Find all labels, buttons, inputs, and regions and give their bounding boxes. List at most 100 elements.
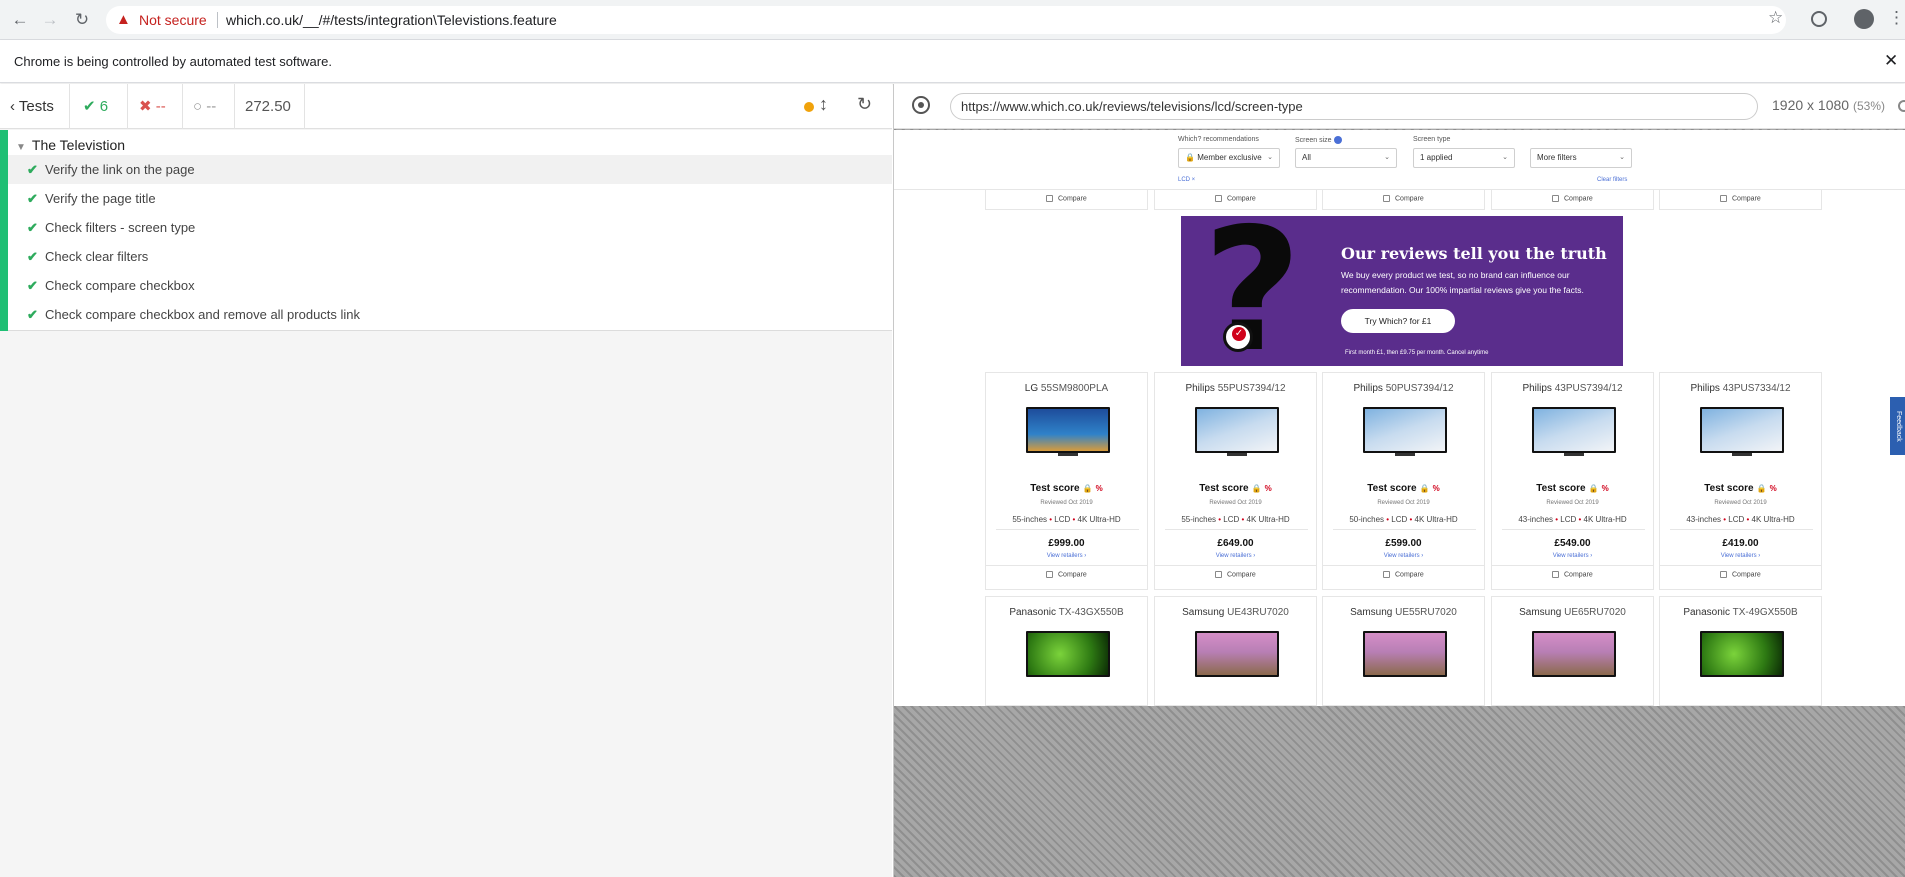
clear-filters-link[interactable]: Clear filters	[1597, 177, 1627, 183]
tv-image[interactable]	[1363, 407, 1447, 453]
product-name[interactable]: Panasonic TX-49GX550B	[1660, 607, 1821, 618]
view-retailers-link[interactable]: View retailers ›	[1492, 553, 1653, 559]
chevron-down-icon: ⌄	[1502, 154, 1508, 161]
product-name[interactable]: Philips 50PUS7394/12	[1323, 383, 1484, 394]
product-specs: 55-inches • LCD • 4K Ultra-HD	[986, 515, 1147, 524]
warning-icon: ▲	[116, 11, 131, 28]
compare-checkbox[interactable]: Compare	[1215, 571, 1256, 578]
product-card: Philips 43PUS7394/12 Test score 🔒% Reviewed…	[1491, 372, 1654, 590]
lock-icon: 🔒	[1185, 153, 1195, 162]
info-icon[interactable]	[1333, 136, 1342, 144]
tv-image[interactable]	[1026, 631, 1110, 677]
info-icon[interactable]	[1898, 100, 1905, 112]
tv-image[interactable]	[1532, 631, 1616, 677]
test-row[interactable]: ✔ Check compare checkbox and remove all …	[8, 300, 892, 329]
reporter-header: ‹ Tests ✔ 6 ✖ -- ○ -- 272.50 ↕ ↻	[0, 84, 892, 129]
percent-sign: %	[1601, 484, 1609, 493]
product-price: £999.00	[1048, 538, 1085, 549]
compare-checkbox[interactable]: Compare	[1215, 195, 1256, 202]
test-row[interactable]: ✔ Verify the page title	[8, 184, 892, 213]
tv-stand	[1395, 453, 1415, 456]
screen-type-select[interactable]: 1 applied ⌄	[1413, 148, 1515, 168]
feedback-tab[interactable]: Feedback	[1890, 397, 1905, 455]
recommendations-select[interactable]: 🔒 Member exclusive ⌄	[1178, 148, 1280, 168]
lcd-filter-chip[interactable]: LCD ×	[1178, 177, 1195, 183]
view-retailers-link[interactable]: View retailers ›	[1323, 553, 1484, 559]
test-row[interactable]: ✔ Check clear filters	[8, 242, 892, 271]
spec-type: LCD	[1728, 515, 1745, 524]
product-brand: Philips	[1522, 383, 1552, 394]
product-name[interactable]: Philips 55PUS7394/12	[1155, 383, 1316, 394]
tests-back-button[interactable]: ‹ Tests	[0, 84, 70, 129]
resize-arrows-icon[interactable]: ↕	[819, 94, 828, 115]
extension-icon[interactable]	[1811, 11, 1827, 27]
product-name[interactable]: LG 55SM9800PLA	[986, 383, 1147, 394]
compare-checkbox[interactable]: Compare	[1552, 195, 1593, 202]
tv-stand	[1732, 453, 1752, 456]
compare-checkbox[interactable]: Compare	[1720, 571, 1761, 578]
tv-stand	[1227, 453, 1247, 456]
view-retailers-link[interactable]: View retailers ›	[986, 553, 1147, 559]
tv-image[interactable]	[1195, 631, 1279, 677]
selector-playground-icon[interactable]	[912, 96, 930, 114]
compare-checkbox[interactable]: Compare	[1383, 571, 1424, 578]
promo-body: We buy every product we test, so no bran…	[1341, 270, 1584, 295]
compare-checkbox[interactable]: Compare	[1046, 195, 1087, 202]
reload-icon[interactable]: ↻	[70, 8, 94, 32]
product-name[interactable]: Philips 43PUS7334/12	[1660, 383, 1821, 394]
tv-image[interactable]	[1363, 631, 1447, 677]
product-model: 43PUS7334/12	[1722, 383, 1791, 394]
spec-type: LCD	[1391, 515, 1408, 524]
bookmark-star-icon[interactable]: ☆	[1768, 8, 1783, 28]
product-model: UE43RU7020	[1227, 607, 1289, 618]
reviewed-date: Reviewed Oct 2019	[1040, 500, 1093, 506]
compare-checkbox[interactable]: Compare	[1720, 195, 1761, 202]
forward-arrow-icon[interactable]: →	[38, 8, 62, 32]
product-specs: 43-inches • LCD • 4K Ultra-HD	[1660, 515, 1821, 524]
compare-label: Compare	[1395, 571, 1424, 579]
compare-label: Compare	[1227, 195, 1256, 203]
product-name[interactable]: Samsung UE43RU7020	[1155, 607, 1316, 618]
test-row[interactable]: ✔ Verify the link on the page	[8, 155, 892, 184]
back-arrow-icon[interactable]: ←	[8, 8, 32, 32]
url-text[interactable]: which.co.uk/__/#/tests/integration\Telev…	[226, 12, 557, 28]
test-row[interactable]: ✔ Check compare checkbox	[8, 271, 892, 300]
more-filters-button[interactable]: More filters ⌄	[1530, 148, 1632, 168]
product-name[interactable]: Samsung UE55RU7020	[1323, 607, 1484, 618]
close-icon[interactable]: ✕	[1884, 51, 1898, 71]
product-name[interactable]: Panasonic TX-43GX550B	[986, 607, 1147, 618]
menu-kebab-icon[interactable]: ⋮	[1888, 8, 1905, 28]
lock-icon: 🔒	[1419, 484, 1430, 493]
compare-checkbox[interactable]: Compare	[1046, 571, 1087, 578]
compare-checkbox[interactable]: Compare	[1383, 195, 1424, 202]
suite-title[interactable]: ▼ The Televistion	[16, 134, 125, 156]
viewport-size: 1920 x 1080	[1772, 97, 1850, 113]
viewport-info[interactable]: 1920 x 1080 (53%)	[1772, 97, 1885, 113]
aut-url-field[interactable]: https://www.which.co.uk/reviews/televisi…	[950, 93, 1758, 120]
try-which-button[interactable]: Try Which? for £1	[1341, 309, 1455, 333]
test-row[interactable]: ✔ Check filters - screen type	[8, 213, 892, 242]
security-label[interactable]: Not secure	[139, 12, 207, 28]
tv-image[interactable]	[1026, 407, 1110, 453]
profile-avatar-icon[interactable]	[1854, 9, 1874, 29]
tv-image[interactable]	[1700, 631, 1784, 677]
tv-image[interactable]	[1532, 407, 1616, 453]
address-bar[interactable]: ▲ Not secure which.co.uk/__/#/tests/inte…	[106, 6, 1786, 34]
lock-icon: 🔒	[1588, 484, 1599, 493]
product-name[interactable]: Philips 43PUS7394/12	[1492, 383, 1653, 394]
tv-image[interactable]	[1195, 407, 1279, 453]
screen-size-select[interactable]: All ⌄	[1295, 148, 1397, 168]
view-retailers-link[interactable]: View retailers ›	[1660, 553, 1821, 559]
product-name[interactable]: Samsung UE65RU7020	[1492, 607, 1653, 618]
failed-count[interactable]: ✖ --	[128, 84, 183, 129]
compare-checkbox[interactable]: Compare	[1552, 571, 1593, 578]
rerun-icon[interactable]: ↻	[857, 94, 872, 115]
passed-count[interactable]: ✔ 6	[70, 84, 128, 129]
bullet-icon: •	[1070, 515, 1078, 524]
product-price: £549.00	[1554, 538, 1591, 549]
view-retailers-link[interactable]: View retailers ›	[1155, 553, 1316, 559]
tv-image[interactable]	[1700, 407, 1784, 453]
pending-count[interactable]: ○ --	[183, 84, 235, 129]
compare-label: Compare	[1732, 571, 1761, 579]
spec-resolution: 4K Ultra-HD	[1751, 515, 1795, 524]
